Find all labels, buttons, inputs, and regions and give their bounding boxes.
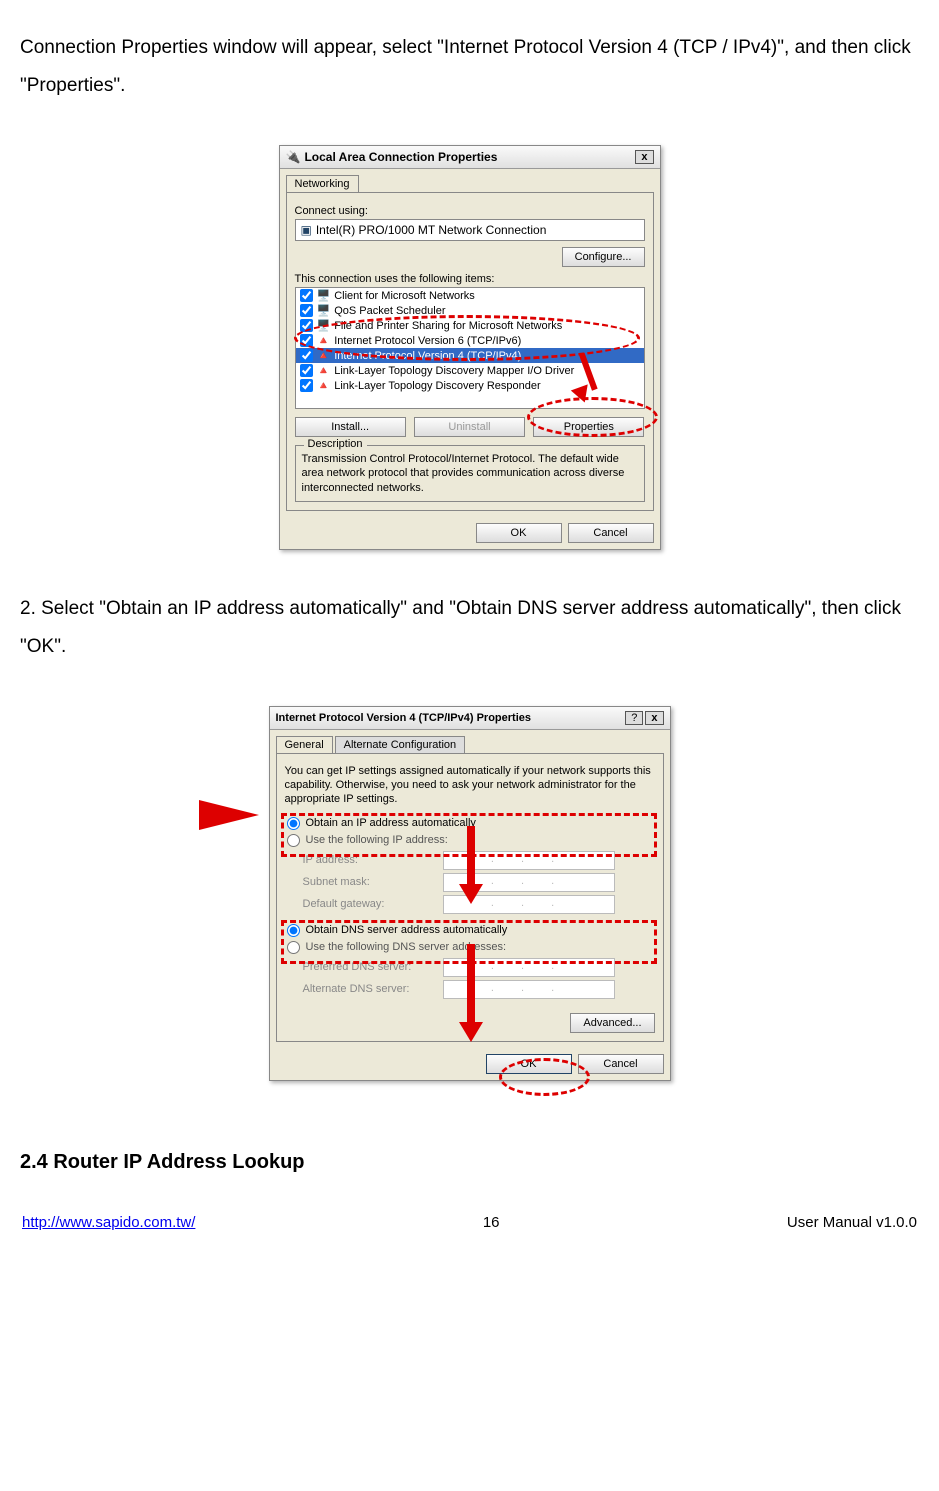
qos-icon: 🖥️ <box>317 304 331 317</box>
dialog1-title: Local Area Connection Properties <box>304 150 635 164</box>
close-icon[interactable]: x <box>645 711 663 725</box>
lltd2-icon: 🔺 <box>317 379 331 392</box>
page-footer: http://www.sapido.com.tw/ 16 User Manual… <box>20 1214 919 1231</box>
checkbox[interactable] <box>300 364 313 377</box>
section-heading: 2.4 Router IP Address Lookup <box>20 1151 919 1174</box>
list-item-label: Link-Layer Topology Discovery Responder <box>334 380 540 392</box>
lltd-icon: 🔺 <box>317 364 331 377</box>
checkbox[interactable] <box>300 379 313 392</box>
checkbox[interactable] <box>300 304 313 317</box>
cancel-button[interactable]: Cancel <box>578 1054 664 1074</box>
arrow-icon <box>199 800 259 830</box>
tab-networking[interactable]: Networking <box>286 175 359 192</box>
close-icon[interactable]: x <box>635 150 653 164</box>
cancel-button[interactable]: Cancel <box>568 523 654 543</box>
tab-alternate[interactable]: Alternate Configuration <box>335 736 466 753</box>
client-icon: 🖥️ <box>317 289 331 302</box>
dialog2-intro: You can get IP settings assigned automat… <box>285 762 655 813</box>
intro-text: Connection Properties window will appear… <box>20 29 919 105</box>
subnet-label: Subnet mask: <box>303 876 443 888</box>
ok-button[interactable]: OK <box>476 523 562 543</box>
adapter-field: ▣ Intel(R) PRO/1000 MT Network Connectio… <box>295 219 645 241</box>
list-item-label: Link-Layer Topology Discovery Mapper I/O… <box>334 365 574 377</box>
arrow-icon <box>579 355 619 405</box>
items-label: This connection uses the following items… <box>295 273 645 285</box>
window-icon: 🔌 <box>286 150 301 164</box>
highlight-ellipse-ok <box>499 1058 590 1096</box>
page-number: 16 <box>483 1214 500 1231</box>
checkbox[interactable] <box>300 289 313 302</box>
connect-using-label: Connect using: <box>295 205 645 217</box>
checkbox[interactable] <box>300 349 313 362</box>
advanced-button[interactable]: Advanced... <box>570 1013 654 1033</box>
step2-text: 2. Select "Obtain an IP address automati… <box>20 590 919 666</box>
footer-version: User Manual v1.0.0 <box>787 1214 917 1231</box>
uninstall-button: Uninstall <box>414 417 525 437</box>
alt-dns-label: Alternate DNS server: <box>303 983 443 995</box>
list-item-label: Client for Microsoft Networks <box>334 290 475 302</box>
description-text: Transmission Control Protocol/Internet P… <box>302 452 638 495</box>
list-item[interactable]: 🖥️Client for Microsoft Networks <box>296 288 644 303</box>
adapter-name: Intel(R) PRO/1000 MT Network Connection <box>316 223 547 237</box>
help-icon[interactable]: ? <box>625 711 643 725</box>
footer-url[interactable]: http://www.sapido.com.tw/ <box>22 1214 195 1231</box>
tab-general[interactable]: General <box>276 736 333 753</box>
configure-button[interactable]: Configure... <box>562 247 645 267</box>
description-label: Description <box>304 438 367 450</box>
adapter-icon: ▣ <box>301 223 312 237</box>
gateway-label: Default gateway: <box>303 898 443 910</box>
dialog2-title: Internet Protocol Version 4 (TCP/IPv4) P… <box>276 712 626 724</box>
install-button[interactable]: Install... <box>295 417 406 437</box>
